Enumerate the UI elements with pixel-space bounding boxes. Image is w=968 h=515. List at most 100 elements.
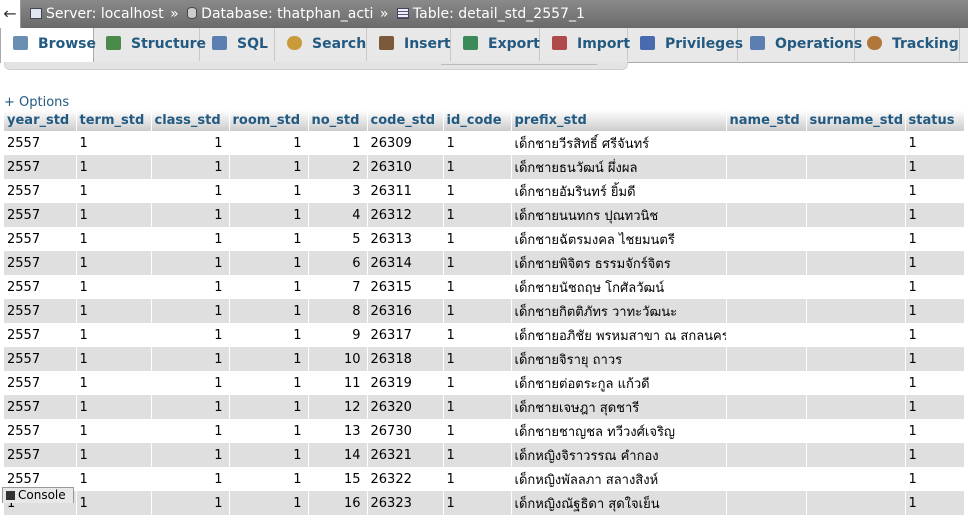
cell-code_std[interactable]: 26314: [367, 251, 444, 275]
cell-id_code[interactable]: 1: [443, 395, 512, 419]
tab-import[interactable]: Import: [540, 28, 630, 61]
table-row[interactable]: 2557 1 1 1 2 26310 1 เด็กชายธนวัฒน์ ผึ่งผล 1: [4, 155, 965, 179]
cell-id_code[interactable]: 1: [443, 467, 512, 491]
cell-room_std[interactable]: 1: [229, 251, 309, 275]
cell-id_code[interactable]: 1: [443, 347, 512, 371]
cell-year_std[interactable]: 2557: [4, 227, 77, 251]
tab-export[interactable]: Export: [451, 28, 540, 61]
cell-status[interactable]: 1: [905, 323, 965, 347]
cell-no_std[interactable]: 6: [308, 251, 368, 275]
cell-code_std[interactable]: 26730: [367, 419, 444, 443]
cell-status[interactable]: 1: [905, 299, 965, 323]
cell-name_std[interactable]: [726, 131, 807, 155]
cell-name_std[interactable]: [726, 323, 807, 347]
cell-class_std[interactable]: 1: [151, 467, 230, 491]
cell-year_std[interactable]: 2557: [4, 179, 77, 203]
cell-term_std[interactable]: 1: [76, 467, 152, 491]
cell-status[interactable]: 1: [905, 155, 965, 179]
column-header-prefix_std[interactable]: prefix_std: [511, 110, 727, 131]
table-row[interactable]: 2557 1 1 1 9 26317 1 เด็กชายอภิชัย พรหมสาขา ณ ส…: [4, 323, 965, 347]
column-header-no_std[interactable]: no_std: [308, 110, 368, 131]
cell-room_std[interactable]: 1: [229, 419, 309, 443]
cell-surname_std[interactable]: [806, 203, 906, 227]
cell-class_std[interactable]: 1: [151, 179, 230, 203]
cell-status[interactable]: 1: [905, 443, 965, 467]
options-link[interactable]: + Options: [4, 95, 69, 110]
cell-surname_std[interactable]: [806, 155, 906, 179]
cell-surname_std[interactable]: [806, 227, 906, 251]
cell-year_std[interactable]: 2557: [4, 443, 77, 467]
cell-prefix_std[interactable]: เด็กหญิงณัฐธิดา สุดใจเย็น: [511, 491, 727, 515]
cell-surname_std[interactable]: [806, 179, 906, 203]
cell-term_std[interactable]: 1: [76, 251, 152, 275]
cell-room_std[interactable]: 1: [229, 299, 309, 323]
back-arrow-icon[interactable]: ←: [0, 0, 21, 28]
table-row[interactable]: 2557 1 1 1 4 26312 1 เด็กชายนนทกร ปุณทวนิช 1: [4, 203, 965, 227]
tab-search[interactable]: Search: [275, 28, 367, 61]
cell-no_std[interactable]: 15: [308, 467, 368, 491]
cell-no_std[interactable]: 11: [308, 371, 368, 395]
cell-status[interactable]: 1: [905, 371, 965, 395]
cell-code_std[interactable]: 26321: [367, 443, 444, 467]
cell-class_std[interactable]: 1: [151, 347, 230, 371]
cell-prefix_std[interactable]: เด็กหญิงพัลลภา สลางสิงห์: [511, 467, 727, 491]
breadcrumb-table[interactable]: Table: detail_std_2557_1: [396, 0, 585, 28]
tab-structure[interactable]: Structure: [94, 28, 206, 61]
cell-year_std[interactable]: 2557: [4, 275, 77, 299]
cell-class_std[interactable]: 1: [151, 155, 230, 179]
cell-code_std[interactable]: 26313: [367, 227, 444, 251]
cell-code_std[interactable]: 26316: [367, 299, 444, 323]
cell-code_std[interactable]: 26322: [367, 467, 444, 491]
cell-term_std[interactable]: 1: [76, 323, 152, 347]
cell-surname_std[interactable]: [806, 371, 906, 395]
cell-prefix_std[interactable]: เด็กชายนัชถฤษ โกศัลวัฒน์: [511, 275, 727, 299]
column-header-surname_std[interactable]: surname_std: [806, 110, 906, 131]
cell-class_std[interactable]: 1: [151, 275, 230, 299]
cell-prefix_std[interactable]: เด็กชายอัมรินทร์ ยิ้มดี: [511, 179, 727, 203]
cell-no_std[interactable]: 10: [308, 347, 368, 371]
cell-status[interactable]: 1: [905, 467, 965, 491]
cell-term_std[interactable]: 1: [76, 179, 152, 203]
table-row[interactable]: 2557 1 1 1 11 26319 1 เด็กชายต่อตระกูล แก้วดี 1: [4, 371, 965, 395]
cell-name_std[interactable]: [726, 155, 807, 179]
cell-prefix_std[interactable]: เด็กชายธนวัฒน์ ผึ่งผล: [511, 155, 727, 179]
cell-class_std[interactable]: 1: [151, 371, 230, 395]
cell-code_std[interactable]: 26311: [367, 179, 444, 203]
cell-surname_std[interactable]: [806, 275, 906, 299]
column-header-year_std[interactable]: year_std: [4, 110, 77, 131]
cell-name_std[interactable]: [726, 203, 807, 227]
cell-surname_std[interactable]: [806, 347, 906, 371]
cell-status[interactable]: 1: [905, 491, 965, 515]
cell-prefix_std[interactable]: เด็กชายนนทกร ปุณทวนิช: [511, 203, 727, 227]
column-header-term_std[interactable]: term_std: [76, 110, 152, 131]
cell-room_std[interactable]: 1: [229, 467, 309, 491]
cell-no_std[interactable]: 12: [308, 395, 368, 419]
cell-prefix_std[interactable]: เด็กชายชาญชล ทวีวงศ์เจริญ: [511, 419, 727, 443]
cell-room_std[interactable]: 1: [229, 203, 309, 227]
breadcrumb-database[interactable]: Database: thatphan_acti: [187, 0, 373, 28]
cell-name_std[interactable]: [726, 179, 807, 203]
cell-id_code[interactable]: 1: [443, 323, 512, 347]
cell-no_std[interactable]: 2: [308, 155, 368, 179]
cell-room_std[interactable]: 1: [229, 491, 309, 515]
cell-room_std[interactable]: 1: [229, 371, 309, 395]
table-row[interactable]: 2557 1 1 1 6 26314 1 เด็กชายพิจิตร ธรรมจักร์จิต…: [4, 251, 965, 275]
cell-surname_std[interactable]: [806, 467, 906, 491]
column-header-id_code[interactable]: id_code: [443, 110, 512, 131]
cell-class_std[interactable]: 1: [151, 419, 230, 443]
cell-code_std[interactable]: 26319: [367, 371, 444, 395]
cell-id_code[interactable]: 1: [443, 251, 512, 275]
cell-name_std[interactable]: [726, 347, 807, 371]
cell-status[interactable]: 1: [905, 395, 965, 419]
cell-surname_std[interactable]: [806, 131, 906, 155]
tab-privileges[interactable]: Privileges: [628, 28, 743, 61]
column-header-code_std[interactable]: code_std: [367, 110, 444, 131]
cell-status[interactable]: 1: [905, 251, 965, 275]
cell-name_std[interactable]: [726, 443, 807, 467]
cell-name_std[interactable]: [726, 395, 807, 419]
console-toggle[interactable]: Console: [2, 487, 74, 503]
cell-name_std[interactable]: [726, 467, 807, 491]
cell-id_code[interactable]: 1: [443, 419, 512, 443]
cell-no_std[interactable]: 7: [308, 275, 368, 299]
cell-name_std[interactable]: [726, 227, 807, 251]
